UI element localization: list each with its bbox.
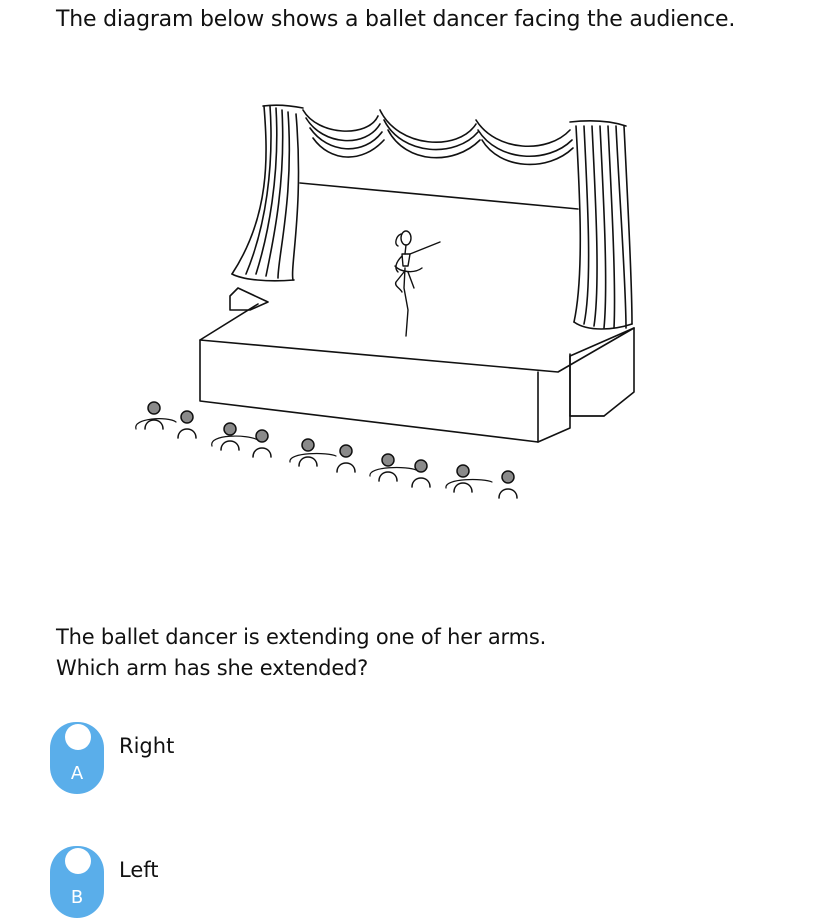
option-b-label[interactable]: Left [119, 858, 159, 882]
option-a-letter: A [70, 763, 84, 784]
question-line-1: The ballet dancer is extending one of he… [56, 625, 547, 649]
question-line-2: Which arm has she extended? [56, 656, 369, 680]
stage-platform [199, 287, 635, 443]
stage-backdrop [299, 182, 579, 210]
option-b[interactable]: B Left [50, 846, 159, 918]
curtain-right [573, 125, 633, 330]
option-b-letter: B [70, 887, 84, 908]
option-a-badge[interactable]: A [50, 722, 104, 794]
radio-icon [65, 848, 91, 874]
option-a-label[interactable]: Right [119, 734, 174, 758]
option-a[interactable]: A Right [50, 722, 174, 794]
curtain-left [231, 105, 300, 282]
radio-icon [65, 724, 91, 750]
ballet-dancer [394, 230, 441, 337]
question-text: The ballet dancer is extending one of he… [56, 622, 546, 684]
stage-illustration [118, 96, 658, 526]
option-b-badge[interactable]: B [50, 846, 104, 918]
intro-text: The diagram below shows a ballet dancer … [56, 7, 736, 32]
curtain-valance [262, 104, 627, 166]
